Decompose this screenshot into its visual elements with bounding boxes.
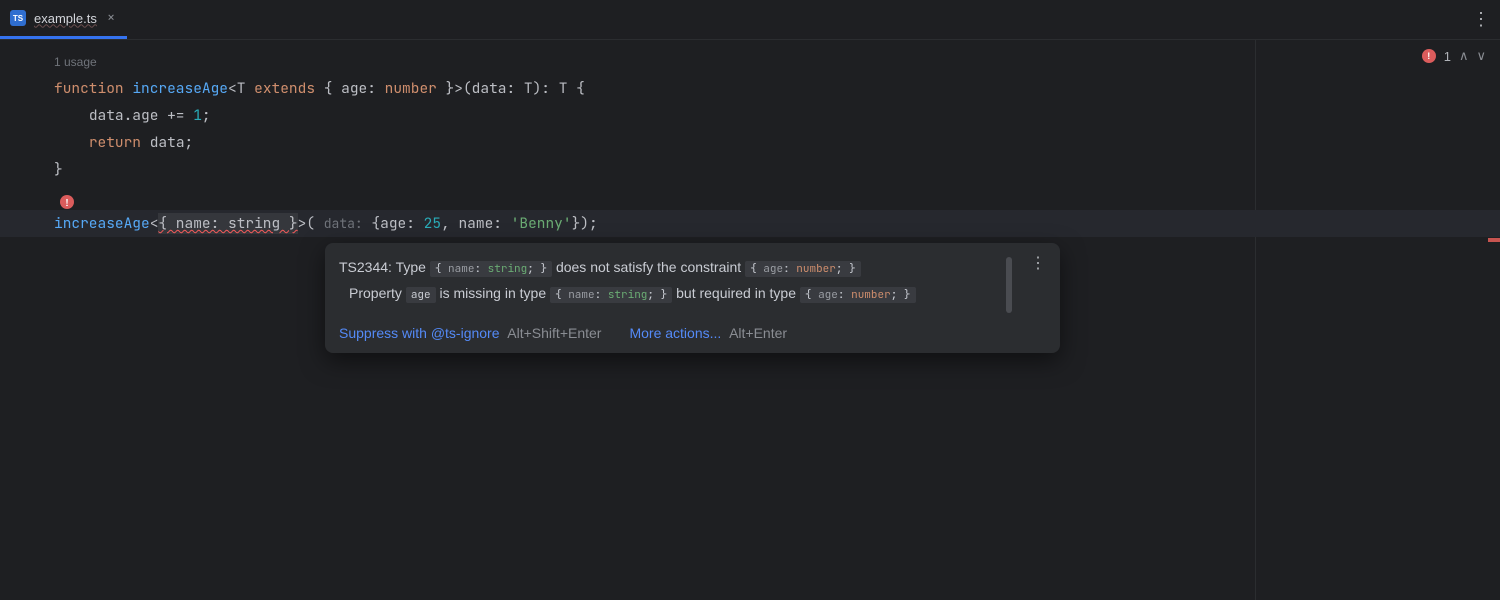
prop-key: age — [380, 214, 406, 233]
msg-text: but required in type — [672, 285, 800, 301]
close-tab-icon[interactable]: × — [105, 9, 117, 27]
typescript-file-icon: TS — [10, 10, 26, 26]
type-chip: { age: number; } — [745, 261, 861, 277]
suppress-action[interactable]: Suppress with @ts-ignore — [339, 325, 500, 341]
error-span: { name: string } — [158, 213, 297, 234]
number-literal: 25 — [424, 214, 441, 233]
inlay-hint: data: — [324, 215, 363, 232]
number-literal: 1 — [193, 106, 202, 125]
type-chip: { name: string; } — [430, 261, 552, 277]
current-line: increaseAge<{ name: string }>( data: {ag… — [0, 210, 1500, 237]
shortcut-hint: Alt+Enter — [729, 325, 787, 341]
code-text: ; — [202, 106, 211, 125]
file-tab[interactable]: TS example.ts × — [0, 0, 127, 39]
usage-hint[interactable]: 1 usage — [54, 55, 97, 69]
intention-bulb-icon[interactable]: ! — [60, 195, 74, 209]
type-chip: { age: number; } — [800, 287, 916, 303]
msg-text: Property — [349, 285, 406, 301]
keyword-return: return — [89, 133, 141, 152]
function-name: increaseAge — [132, 79, 228, 98]
msg-text: : Type — [388, 259, 430, 275]
param-data: data — [472, 79, 507, 98]
editor[interactable]: ! 1 usage function increaseAge<T extends… — [0, 40, 1500, 600]
msg-text: does not satisfy the constraint — [552, 259, 745, 275]
return-type: T — [559, 79, 568, 98]
msg-text: is missing in type — [436, 285, 550, 301]
error-message: TS2344: Type { name: string; } does not … — [339, 255, 1046, 307]
type-chip: { name: string; } — [550, 287, 672, 303]
keyword-function: function — [54, 79, 124, 98]
tooltip-more-icon[interactable]: ⋮ — [1030, 253, 1046, 273]
tab-bar-more-icon[interactable]: ⋮ — [1472, 8, 1490, 31]
error-tooltip: ⋮ TS2344: Type { name: string; } does no… — [325, 243, 1060, 353]
code-text: data; — [141, 133, 193, 152]
shortcut-hint: Alt+Shift+Enter — [507, 325, 601, 341]
param-type: T — [524, 79, 533, 98]
error-code: TS2344 — [339, 259, 388, 275]
function-call: increaseAge — [54, 214, 150, 233]
keyword-extends: extends — [254, 79, 315, 98]
tab-bar: TS example.ts × ⋮ — [0, 0, 1500, 40]
more-actions[interactable]: More actions... — [629, 325, 721, 341]
string-literal: 'Benny' — [511, 214, 572, 233]
tooltip-scrollbar[interactable] — [1006, 257, 1012, 313]
code-text: data.age += — [89, 106, 193, 125]
code-area[interactable]: 1 usage function increaseAge<T extends {… — [0, 40, 1500, 237]
tooltip-actions: Suppress with @ts-ignore Alt+Shift+Enter… — [339, 325, 1046, 341]
generic-param: T — [237, 79, 246, 98]
prop-age: age — [341, 79, 367, 98]
prop-key: name — [458, 214, 493, 233]
gutter[interactable] — [0, 40, 50, 600]
prop-chip: age — [406, 287, 436, 303]
tab-filename: example.ts — [34, 11, 97, 26]
type-number: number — [385, 79, 437, 98]
